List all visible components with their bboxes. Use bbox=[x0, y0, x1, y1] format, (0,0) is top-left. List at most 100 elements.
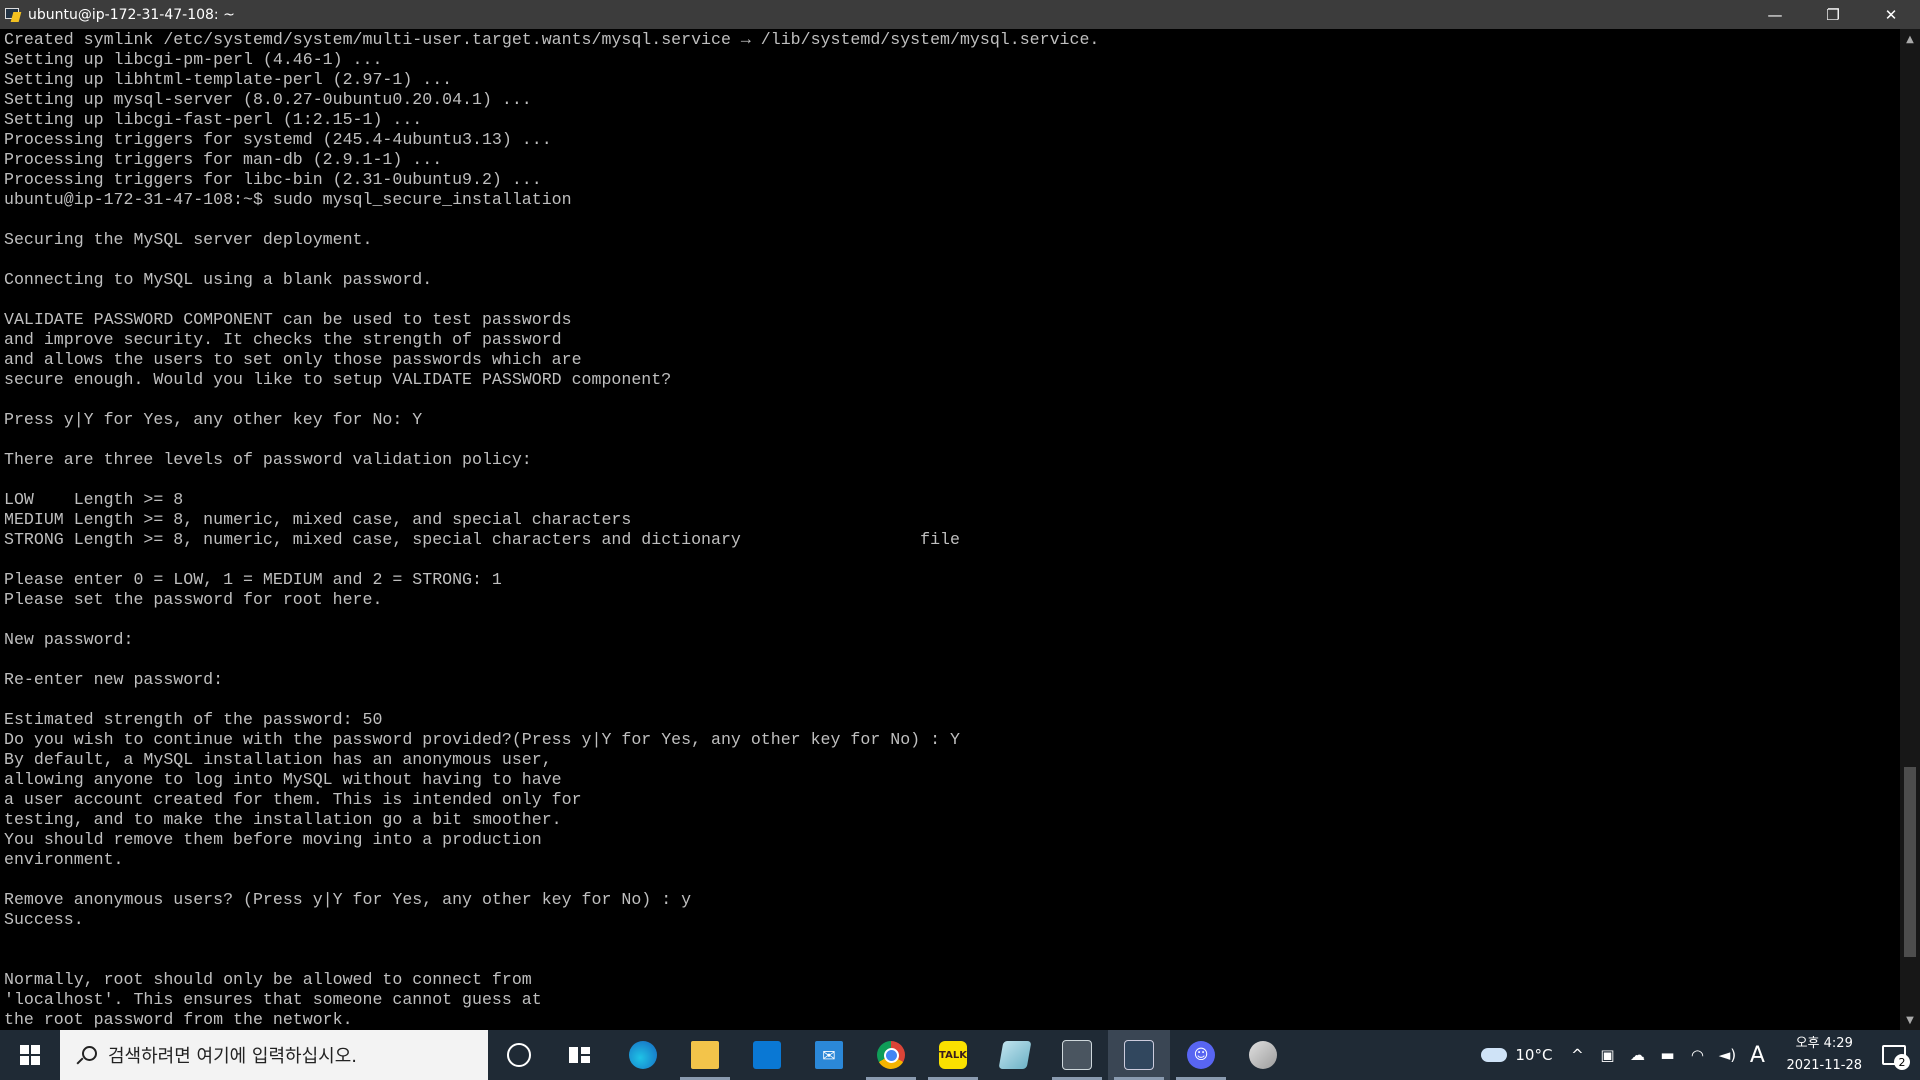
discord-icon: ☺ bbox=[1187, 1041, 1215, 1069]
terminal-output[interactable]: Created symlink /etc/systemd/system/mult… bbox=[4, 30, 1894, 1028]
onedrive-icon[interactable]: ☁ bbox=[1622, 1030, 1652, 1080]
terminal-line: ubuntu@ip-172-31-47-108:~$ sudo mysql_se… bbox=[4, 190, 572, 209]
scroll-up-icon[interactable]: ▲ bbox=[1900, 29, 1920, 49]
notification-badge: 2 bbox=[1894, 1054, 1910, 1070]
terminal-line: Created symlink /etc/systemd/system/mult… bbox=[4, 30, 1100, 49]
terminal-line: Press y|Y for Yes, any other key for No:… bbox=[4, 410, 423, 429]
terminal-line: environment. bbox=[4, 850, 124, 869]
terminal-line: Setting up libhtml-template-perl (2.97-1… bbox=[4, 70, 453, 89]
kakaotalk-icon: TALK bbox=[939, 1041, 967, 1069]
cortana-button[interactable] bbox=[488, 1030, 550, 1080]
terminal-line: Please set the password for root here. bbox=[4, 590, 383, 609]
notification-center-button[interactable]: 2 bbox=[1876, 1030, 1912, 1080]
scrollbar-thumb[interactable] bbox=[1904, 767, 1916, 957]
terminal-line: Remove anonymous users? (Press y|Y for Y… bbox=[4, 890, 692, 909]
taskbar: 검색하려면 여기에 입력하십시오. ✉ TALK ☺ 10°C ^ ▣ ☁ ▬ bbox=[0, 1030, 1920, 1080]
terminal-line: Securing the MySQL server deployment. bbox=[4, 230, 373, 249]
search-icon bbox=[76, 1045, 97, 1065]
terminal-line: Setting up libcgi-pm-perl (4.46-1) ... bbox=[4, 50, 383, 69]
vertical-scrollbar[interactable]: ▲ ▼ bbox=[1900, 29, 1920, 1030]
terminal-line: VALIDATE PASSWORD COMPONENT can be used … bbox=[4, 310, 572, 329]
cloud-icon bbox=[1481, 1048, 1508, 1062]
terminal-line: testing, and to make the installation go… bbox=[4, 810, 562, 829]
terminal-line: Processing triggers for libc-bin (2.31-0… bbox=[4, 170, 542, 189]
terminal-line: You should remove them before moving int… bbox=[4, 830, 542, 849]
taskbar-mail[interactable]: ✉ bbox=[798, 1030, 860, 1080]
terminal-line: Processing triggers for man-db (2.9.1-1)… bbox=[4, 150, 443, 169]
terminal-line: Processing triggers for systemd (245.4-4… bbox=[4, 130, 552, 149]
start-button[interactable] bbox=[0, 1030, 60, 1080]
terminal-line: Please enter 0 = LOW, 1 = MEDIUM and 2 =… bbox=[4, 570, 502, 589]
folder-icon bbox=[691, 1041, 719, 1069]
terminal-line: New password: bbox=[4, 630, 134, 649]
terminal-line: a user account created for them. This is… bbox=[4, 790, 582, 809]
taskbar-kakaotalk[interactable]: TALK bbox=[922, 1030, 984, 1080]
taskbar-search-box[interactable]: 검색하려면 여기에 입력하십시오. bbox=[60, 1030, 488, 1080]
store-icon bbox=[753, 1041, 781, 1069]
task-view-icon bbox=[569, 1045, 593, 1065]
terminal-line: There are three levels of password valid… bbox=[4, 450, 532, 469]
terminal-line: By default, a MySQL installation has an … bbox=[4, 750, 552, 769]
task-manager-icon bbox=[1062, 1040, 1092, 1070]
minimize-button[interactable]: — bbox=[1746, 0, 1804, 29]
close-button[interactable]: ✕ bbox=[1862, 0, 1920, 29]
tray-overflow-icon[interactable]: ^ bbox=[1562, 1030, 1592, 1080]
clock-time: 오후 4:29 bbox=[1795, 1036, 1853, 1051]
scroll-down-icon[interactable]: ▼ bbox=[1900, 1010, 1920, 1030]
terminal-line: and allows the users to set only those p… bbox=[4, 350, 582, 369]
clock[interactable]: 오후 4:29 2021-11-28 bbox=[1772, 1030, 1876, 1080]
terminal-line: Setting up mysql-server (8.0.27-0ubuntu0… bbox=[4, 90, 532, 109]
taskbar-chrome[interactable] bbox=[860, 1030, 922, 1080]
task-view-button[interactable] bbox=[550, 1030, 612, 1080]
volume-icon[interactable]: ◄) bbox=[1712, 1030, 1742, 1080]
weather-temperature: 10°C bbox=[1515, 1046, 1553, 1064]
notepad-icon bbox=[998, 1041, 1032, 1069]
taskbar-file-explorer[interactable] bbox=[674, 1030, 736, 1080]
terminal-line: 'localhost'. This ensures that someone c… bbox=[4, 990, 542, 1009]
chrome-icon bbox=[877, 1041, 905, 1069]
terminal-line: Estimated strength of the password: 50 bbox=[4, 710, 383, 729]
meet-now-icon[interactable]: ▣ bbox=[1592, 1030, 1622, 1080]
terminal-line: allowing anyone to log into MySQL withou… bbox=[4, 770, 562, 789]
taskbar-apps: ✉ TALK ☺ bbox=[488, 1030, 1294, 1080]
terminal-line: MEDIUM Length >= 8, numeric, mixed case,… bbox=[4, 510, 632, 529]
taskbar-edge[interactable] bbox=[612, 1030, 674, 1080]
putty-icon[interactable] bbox=[4, 6, 22, 24]
edge-icon bbox=[629, 1041, 657, 1069]
terminal-line: Setting up libcgi-fast-perl (1:2.15-1) .… bbox=[4, 110, 423, 129]
taskbar-store[interactable] bbox=[736, 1030, 798, 1080]
taskbar-notepad[interactable] bbox=[984, 1030, 1046, 1080]
battery-icon[interactable]: ▬ bbox=[1652, 1030, 1682, 1080]
terminal-line: LOW Length >= 8 bbox=[4, 490, 184, 509]
taskbar-task-manager[interactable] bbox=[1046, 1030, 1108, 1080]
wifi-icon[interactable]: ◠ bbox=[1682, 1030, 1712, 1080]
ime-indicator[interactable]: A bbox=[1742, 1030, 1772, 1080]
terminal-line: Success. bbox=[4, 910, 84, 929]
taskbar-discord[interactable]: ☺ bbox=[1170, 1030, 1232, 1080]
taskbar-paint[interactable] bbox=[1232, 1030, 1294, 1080]
window-controls: — ❐ ✕ bbox=[1746, 0, 1920, 29]
clock-date: 2021-11-28 bbox=[1786, 1058, 1862, 1073]
mail-icon: ✉ bbox=[815, 1041, 843, 1069]
terminal-line: the root password from the network. bbox=[4, 1010, 353, 1028]
terminal-line: STRONG Length >= 8, numeric, mixed case,… bbox=[4, 530, 960, 549]
system-tray: 10°C ^ ▣ ☁ ▬ ◠ ◄) A 오후 4:29 2021-11-28 2 bbox=[1471, 1030, 1920, 1080]
weather-widget[interactable]: 10°C bbox=[1471, 1030, 1562, 1080]
window-title: ubuntu@ip-172-31-47-108: ~ bbox=[28, 6, 235, 23]
title-bar[interactable]: ubuntu@ip-172-31-47-108: ~ — ❐ ✕ bbox=[0, 0, 1920, 29]
terminal-line: Connecting to MySQL using a blank passwo… bbox=[4, 270, 433, 289]
restore-button[interactable]: ❐ bbox=[1804, 0, 1862, 29]
taskbar-putty[interactable] bbox=[1108, 1030, 1170, 1080]
terminal-line: and improve security. It checks the stre… bbox=[4, 330, 562, 349]
